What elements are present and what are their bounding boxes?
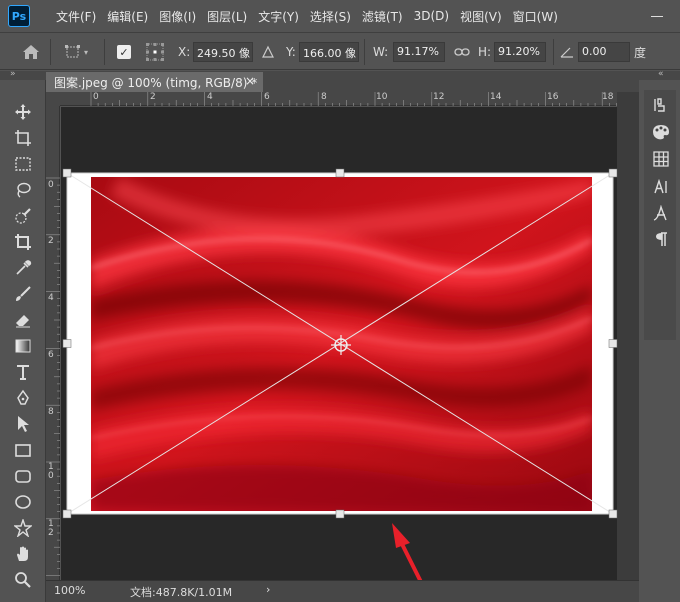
canvas-overlay [62,168,618,584]
status-bar: 100% 文档:487.8K/1.01M › [46,580,639,602]
zoom-level[interactable]: 100% [54,584,85,597]
document-size: 文档:487.8K/1.01M [130,586,233,599]
annotation-arrow-icon [392,523,423,584]
status-menu-icon[interactable]: › [266,583,270,596]
